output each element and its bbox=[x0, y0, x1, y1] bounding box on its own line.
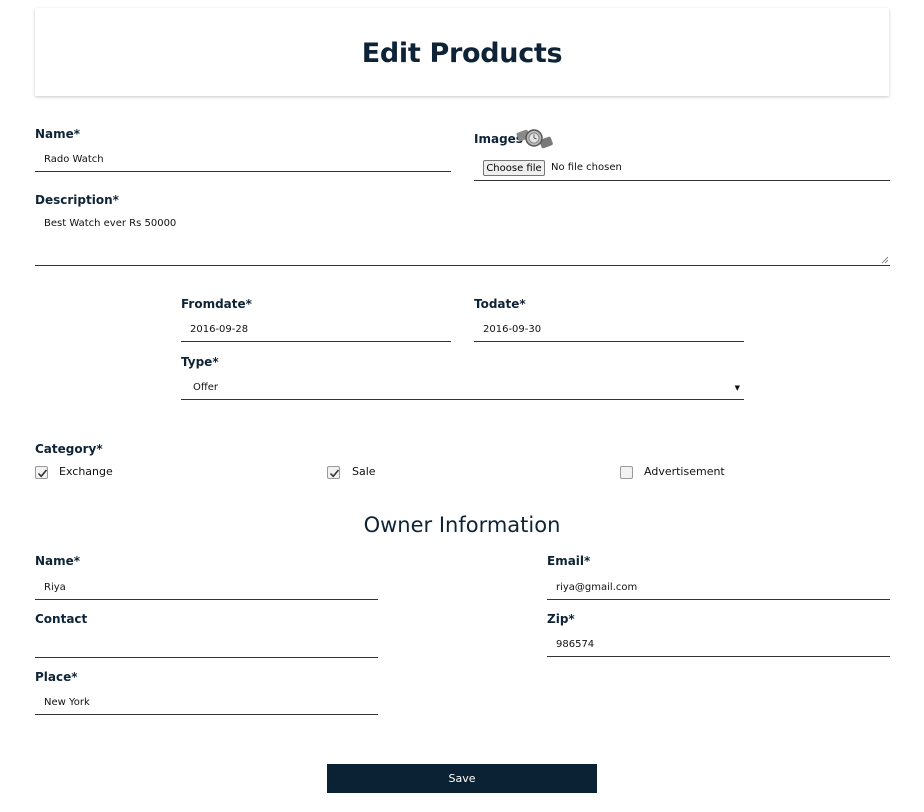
owner-place-label: Place* bbox=[35, 670, 78, 684]
checkmark-icon bbox=[37, 469, 48, 478]
checkmark-icon bbox=[329, 469, 340, 478]
owner-section-title: Owner Information bbox=[363, 513, 561, 537]
category-advertisement-checkbox[interactable] bbox=[620, 466, 633, 479]
product-name-input[interactable]: Rado Watch bbox=[35, 148, 451, 172]
owner-contact-input[interactable] bbox=[35, 634, 378, 658]
save-button[interactable]: Save bbox=[327, 764, 597, 793]
type-selected-value: Offer bbox=[193, 382, 219, 393]
page-title: Edit Products bbox=[361, 38, 563, 69]
category-advertisement-label: Advertisement bbox=[644, 465, 725, 478]
category-exchange-checkbox[interactable] bbox=[35, 466, 48, 479]
type-select[interactable]: Offer ▼ bbox=[181, 376, 744, 400]
description-textarea[interactable]: Best Watch ever Rs 50000 bbox=[35, 211, 890, 266]
todate-input[interactable]: 2016-09-30 bbox=[474, 318, 744, 342]
owner-name-label: Name* bbox=[35, 554, 81, 568]
category-sale-checkbox[interactable] bbox=[327, 466, 340, 479]
category-label: Category* bbox=[35, 442, 103, 456]
images-field-underline bbox=[474, 180, 890, 181]
category-sale-label: Sale bbox=[352, 465, 376, 478]
watch-thumbnail-icon bbox=[516, 125, 554, 157]
product-name-label: Name* bbox=[35, 127, 81, 141]
file-status-text: No file chosen bbox=[551, 162, 622, 173]
owner-place-input[interactable]: New York bbox=[35, 691, 378, 715]
description-text: Best Watch ever Rs 50000 bbox=[44, 218, 177, 229]
type-label: Type* bbox=[181, 355, 219, 369]
choose-file-button[interactable]: Choose file bbox=[483, 160, 545, 176]
header-card: Edit Products bbox=[35, 8, 889, 96]
fromdate-label: Fromdate* bbox=[181, 297, 252, 311]
todate-label: Todate* bbox=[474, 297, 526, 311]
caret-down-icon: ▼ bbox=[734, 384, 740, 392]
fromdate-input[interactable]: 2016-09-28 bbox=[181, 318, 451, 342]
owner-zip-input[interactable]: 986574 bbox=[547, 633, 890, 657]
owner-email-input[interactable]: riya@gmail.com bbox=[547, 576, 890, 600]
owner-zip-label: Zip* bbox=[547, 612, 575, 626]
resize-grip-icon[interactable] bbox=[881, 256, 889, 264]
owner-name-input[interactable]: Riya bbox=[35, 576, 378, 600]
owner-email-label: Email* bbox=[547, 554, 591, 568]
owner-contact-label: Contact bbox=[35, 612, 88, 626]
category-exchange-label: Exchange bbox=[59, 465, 113, 478]
description-label: Description* bbox=[35, 193, 119, 207]
